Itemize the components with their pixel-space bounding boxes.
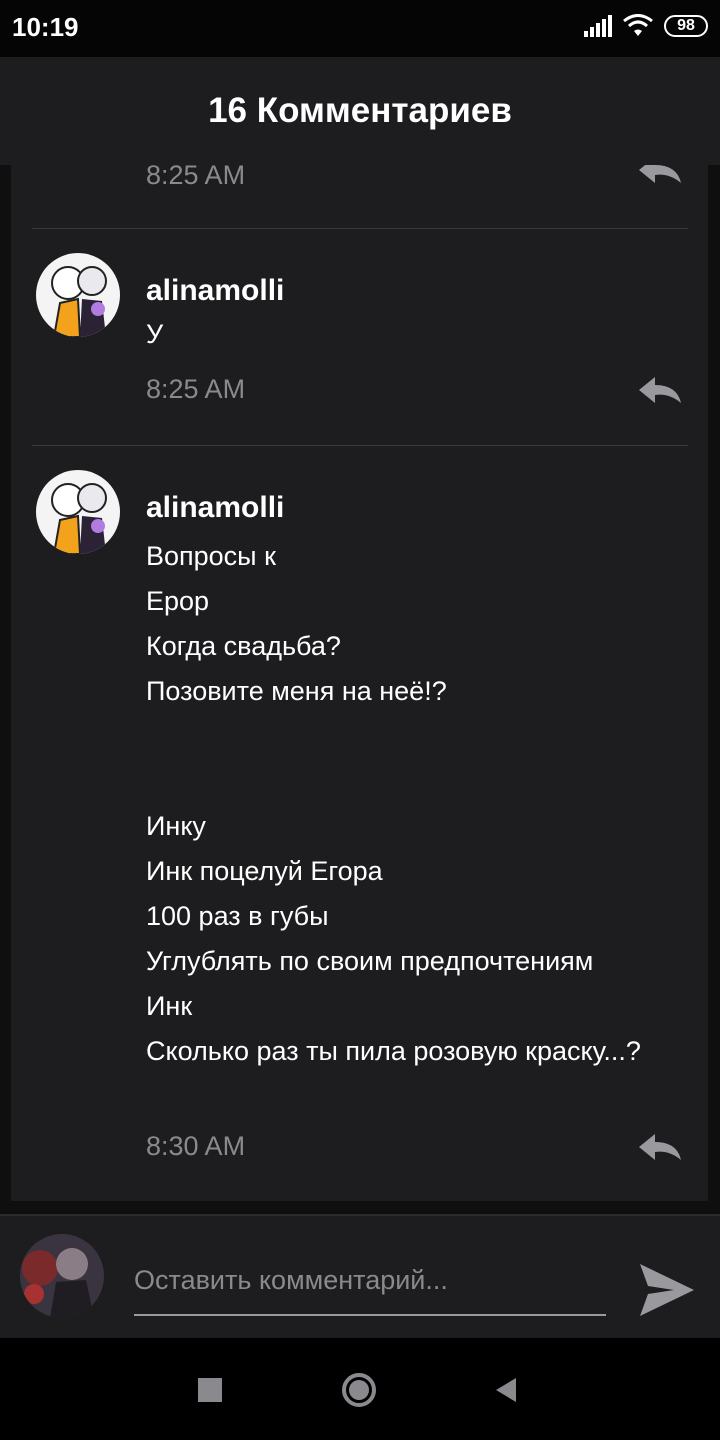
comment-author[interactable]: alinamolli <box>146 491 284 525</box>
comment-time: 8:30 AM <box>146 1131 246 1161</box>
system-nav-bar <box>0 1338 720 1440</box>
battery-level: 98 <box>677 17 695 34</box>
comment-text: У <box>146 319 164 349</box>
reply-icon[interactable] <box>637 375 683 405</box>
user-avatar-image <box>20 1234 104 1318</box>
comment-text: Вопросы к Ерор Когда свадьба? Позовите м… <box>146 541 641 1066</box>
signal-icon <box>584 15 612 37</box>
divider <box>32 228 688 229</box>
send-icon[interactable] <box>636 1260 698 1320</box>
status-time: 10:19 <box>12 12 79 42</box>
status-bar: 10:19 98 <box>0 0 720 57</box>
avatar-image <box>36 470 120 554</box>
comment-composer: Оставить комментарий... <box>0 1214 720 1340</box>
page-title: 16 Комментариев <box>208 91 512 130</box>
comments-list[interactable]: 8:25 AM alinamolli У 8:25 AM alinamolli … <box>11 165 708 1201</box>
reply-icon[interactable] <box>637 1132 683 1162</box>
battery-icon: 98 <box>664 15 708 37</box>
avatar-image <box>36 253 120 337</box>
back-icon[interactable] <box>484 1368 528 1412</box>
recent-apps-icon[interactable] <box>188 1368 232 1412</box>
reply-icon[interactable] <box>637 165 683 185</box>
user-avatar[interactable] <box>20 1234 104 1318</box>
comment-author[interactable]: alinamolli <box>146 274 284 308</box>
wifi-icon <box>623 14 653 36</box>
status-icons: 98 <box>582 14 708 38</box>
home-icon[interactable] <box>337 1368 381 1412</box>
comment-input[interactable]: Оставить комментарий... <box>134 1256 606 1316</box>
avatar[interactable] <box>36 253 120 337</box>
comment-time: 8:25 AM <box>146 165 246 190</box>
page-header: 16 Комментариев <box>0 57 720 165</box>
comment-time: 8:25 AM <box>146 374 246 404</box>
avatar[interactable] <box>36 470 120 554</box>
divider <box>32 445 688 446</box>
